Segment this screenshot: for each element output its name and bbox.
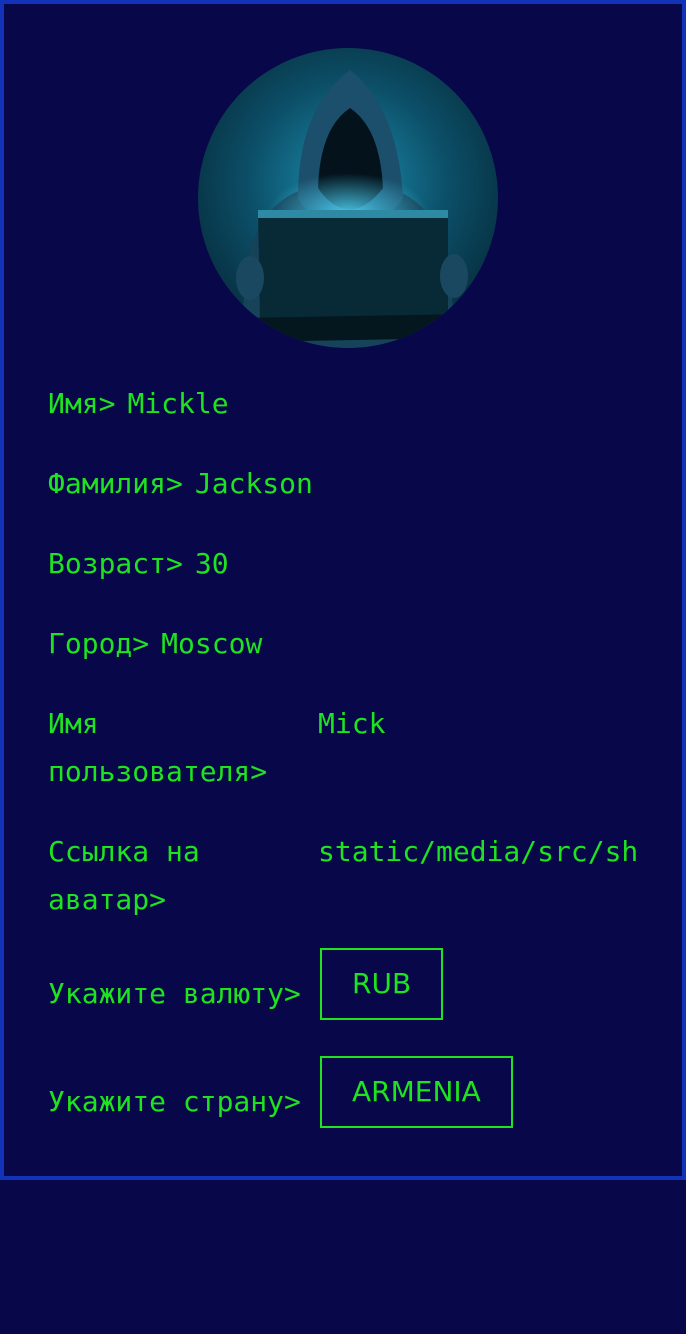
country-label: Укажите страну> <box>48 1085 301 1118</box>
avatar-link-value: static/media/src/sh <box>318 835 639 868</box>
first-name-value: Mickle <box>127 387 229 420</box>
first-name-label: Имя> <box>48 387 116 420</box>
city-value: Moscow <box>161 627 263 660</box>
country-row: Укажите страну> ARMENIA <box>48 1056 648 1128</box>
currency-label: Укажите валюту> <box>48 977 301 1010</box>
avatar <box>198 48 498 348</box>
city-label: Город> <box>48 627 150 660</box>
currency-row: Укажите валюту> RUB <box>48 948 648 1020</box>
currency-select[interactable]: RUB <box>320 948 444 1020</box>
username-row: Имя пользователя> Mick <box>48 700 648 796</box>
city-row: Город> Moscow <box>48 620 262 668</box>
avatar-link-label: Ссылка на аватар> <box>48 835 200 916</box>
age-row: Возраст> 30 <box>48 540 229 588</box>
hooded-hacker-icon <box>198 48 498 348</box>
username-label: Имя пользователя> <box>48 707 268 788</box>
first-name-row: Имя> Mickle <box>48 380 229 428</box>
last-name-row: Фамилия> Jackson <box>48 460 313 508</box>
username-value: Mick <box>318 707 386 740</box>
last-name-label: Фамилия> <box>48 467 183 500</box>
avatar-link-row: Ссылка на аватар> static/media/src/sh <box>48 828 648 924</box>
profile-panel: Имя> Mickle Фамилия> Jackson Возраст> 30 Го… <box>0 0 686 1180</box>
last-name-value: Jackson <box>194 467 313 500</box>
age-value: 30 <box>194 547 229 580</box>
age-label: Возраст> <box>48 547 183 580</box>
country-select[interactable]: ARMENIA <box>320 1056 513 1128</box>
